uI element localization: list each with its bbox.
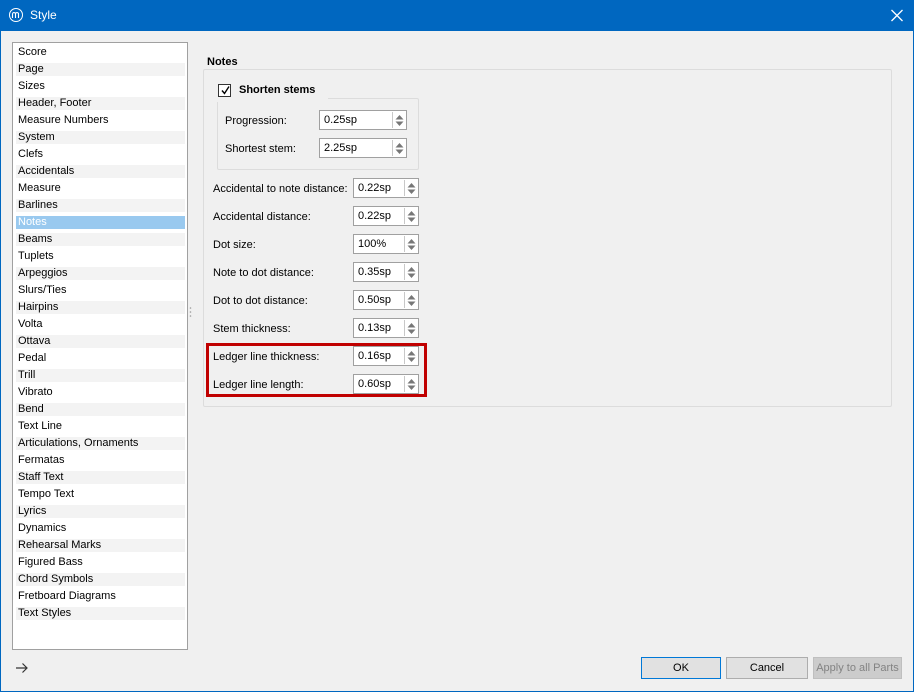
musescore-icon [9,8,23,22]
note-dot-distance-label: Note to dot distance: [213,267,314,279]
arrow-down-icon[interactable] [407,329,416,335]
sidebar-item-header-footer[interactable]: Header, Footer [16,97,185,110]
close-icon [891,9,903,22]
sidebar-item-volta[interactable]: Volta [16,318,185,331]
note-dot-distance-value: 0.35sp [358,266,392,278]
section-title: Notes [207,56,238,68]
sidebar-item-fermatas[interactable]: Fermatas [16,454,185,467]
sidebar-item-text-styles[interactable]: Text Styles [16,607,185,620]
sidebar-item-text-line[interactable]: Text Line [16,420,185,433]
stem-thickness-spinbox[interactable]: 0.13sp [353,318,419,338]
sidebar-item-measure-numbers[interactable]: Measure Numbers [16,114,185,127]
arrow-up-icon[interactable] [407,238,416,244]
sidebar-item-dynamics[interactable]: Dynamics [16,522,185,535]
dot-size-label: Dot size: [213,239,256,251]
sidebar-item-tempo-text[interactable]: Tempo Text [16,488,185,501]
sidebar-item-sizes[interactable]: Sizes [16,80,185,93]
sidebar-item-vibrato[interactable]: Vibrato [16,386,185,399]
sidebar-item-trill[interactable]: Trill [16,369,185,382]
arrow-up-icon[interactable] [395,114,404,120]
cancel-button[interactable]: Cancel [726,657,808,679]
category-list[interactable]: Score Page Sizes Header, Footer Measure Numb… [12,42,188,650]
sidebar-item-bend[interactable]: Bend [16,403,185,416]
splitter-handle[interactable] [189,306,192,320]
accidental-distance-spinbox[interactable]: 0.22sp [353,206,419,226]
sidebar-item-arpeggios[interactable]: Arpeggios [16,267,185,280]
sidebar-item-chord-symbols[interactable]: Chord Symbols [16,573,185,586]
sidebar-item-fretboard-diagrams[interactable]: Fretboard Diagrams [16,590,185,603]
progression-label: Progression: [225,115,287,127]
arrow-up-icon[interactable] [407,182,416,188]
stem-thickness-label: Stem thickness: [213,323,291,335]
title-bar: Style [0,0,914,31]
accidental-note-distance-value: 0.22sp [358,182,392,194]
progression-spinbox[interactable]: 0.25sp [319,110,407,130]
progression-value: 0.25sp [324,114,358,126]
apply-to-all-parts-button[interactable]: Apply to all Parts [813,657,902,679]
arrow-down-icon[interactable] [407,273,416,279]
shorten-stems-group [217,98,419,170]
arrow-up-icon[interactable] [395,142,404,148]
checkmark-icon [221,86,230,95]
arrow-up-icon[interactable] [407,266,416,272]
accidental-distance-value: 0.22sp [358,210,392,222]
accidental-note-distance-spinbox[interactable]: 0.22sp [353,178,419,198]
sidebar-item-figured-bass[interactable]: Figured Bass [16,556,185,569]
shortest-stem-label: Shortest stem: [225,143,296,155]
sidebar-item-barlines[interactable]: Barlines [16,199,185,212]
shorten-stems-checkbox[interactable] [218,84,231,97]
accidental-distance-label: Accidental distance: [213,211,311,223]
sidebar-item-accidentals[interactable]: Accidentals [16,165,185,178]
dot-dot-distance-spinbox[interactable]: 0.50sp [353,290,419,310]
close-button[interactable] [880,0,914,31]
sidebar-item-slurs-ties[interactable]: Slurs/Ties [16,284,185,297]
sidebar-item-measure[interactable]: Measure [16,182,185,195]
sidebar-item-page[interactable]: Page [16,63,185,76]
sidebar-item-hairpins[interactable]: Hairpins [16,301,185,314]
dot-size-value: 100% [358,238,387,250]
sidebar-item-clefs[interactable]: Clefs [16,148,185,161]
arrow-up-icon[interactable] [407,322,416,328]
arrow-up-icon[interactable] [407,210,416,216]
shorten-stems-checkbox-row[interactable]: Shorten stems [216,82,328,102]
arrow-up-icon[interactable] [407,294,416,300]
sidebar-item-rehearsal-marks[interactable]: Rehearsal Marks [16,539,185,552]
arrow-right-icon[interactable] [15,661,29,675]
sidebar-item-pedal[interactable]: Pedal [16,352,185,365]
shorten-stems-label: Shorten stems [239,84,316,96]
shortest-stem-spinbox[interactable]: 2.25sp [319,138,407,158]
sidebar-item-ottava[interactable]: Ottava [16,335,185,348]
sidebar-item-lyrics[interactable]: Lyrics [16,505,185,518]
sidebar-item-system[interactable]: System [16,131,185,144]
ledger-line-highlight-box [206,343,427,397]
sidebar-item-beams[interactable]: Beams [16,233,185,246]
arrow-down-icon[interactable] [395,149,404,155]
window-title: Style [30,8,57,22]
sidebar-item-articulations-ornaments[interactable]: Articulations, Ornaments [16,437,185,450]
dot-dot-distance-value: 0.50sp [358,294,392,306]
ok-button[interactable]: OK [641,657,721,679]
sidebar-item-notes[interactable]: Notes [16,216,185,229]
dot-size-spinbox[interactable]: 100% [353,234,419,254]
sidebar-item-staff-text[interactable]: Staff Text [16,471,185,484]
sidebar-item-score[interactable]: Score [16,46,185,59]
sidebar-item-tuplets[interactable]: Tuplets [16,250,185,263]
stem-thickness-value: 0.13sp [358,322,392,334]
arrow-down-icon[interactable] [407,189,416,195]
note-dot-distance-spinbox[interactable]: 0.35sp [353,262,419,282]
shortest-stem-value: 2.25sp [324,142,358,154]
dot-dot-distance-label: Dot to dot distance: [213,295,308,307]
arrow-down-icon[interactable] [395,121,404,127]
arrow-down-icon[interactable] [407,301,416,307]
accidental-note-distance-label: Accidental to note distance: [213,183,348,195]
arrow-down-icon[interactable] [407,245,416,251]
arrow-down-icon[interactable] [407,217,416,223]
